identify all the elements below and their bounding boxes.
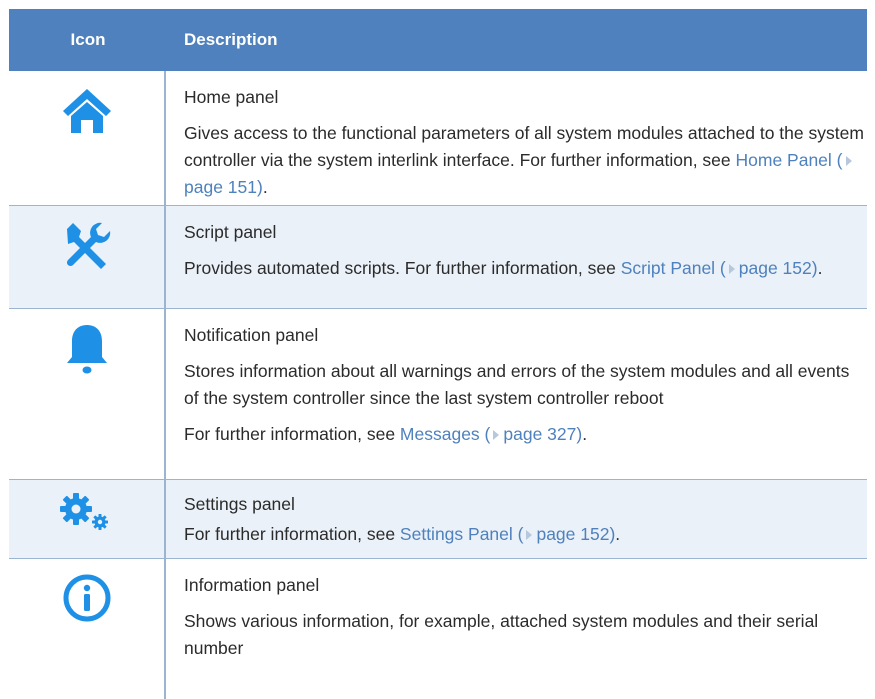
settings-panel-link[interactable]: Settings Panel (page 152) — [400, 524, 615, 544]
row-description: Stores information about all warnings an… — [184, 361, 850, 408]
row-description: Provides automated scripts. For further … — [184, 258, 823, 278]
table-header: Icon Description — [9, 9, 867, 71]
arrow-icon — [728, 264, 735, 275]
script-panel-link[interactable]: Script Panel (page 152) — [621, 258, 818, 278]
arrow-icon — [526, 530, 533, 541]
row-description: Gives access to the functional parameter… — [184, 123, 864, 197]
table-row: Home panel Gives access to the functiona… — [9, 71, 867, 206]
table-row: Information panel Shows various informat… — [9, 559, 867, 699]
gears-icon — [59, 493, 108, 530]
row-title: Home panel — [184, 87, 279, 107]
icon-description-table: Icon Description Home panel Gives access… — [9, 9, 867, 699]
header-description: Description — [184, 30, 278, 49]
row-title: Settings panel — [184, 494, 295, 514]
table-row: Notification panel Stores information ab… — [9, 309, 867, 480]
row-reference: For further information, see Messages (p… — [184, 424, 588, 444]
messages-link[interactable]: Messages (page 327) — [400, 424, 582, 444]
row-title: Information panel — [184, 575, 320, 595]
home-icon — [62, 89, 111, 133]
arrow-icon — [845, 156, 852, 167]
bell-icon — [66, 325, 107, 374]
info-icon — [63, 574, 110, 622]
tools-icon — [66, 222, 110, 269]
header-icon: Icon — [70, 30, 106, 49]
row-description: Shows various information, for example, … — [184, 611, 819, 658]
row-title: Script panel — [184, 222, 277, 242]
row-title: Notification panel — [184, 325, 319, 345]
table-row: Script panel Provides automated scripts.… — [9, 206, 867, 309]
table-row: Settings panel For further information, … — [9, 480, 867, 559]
row-reference: For further information, see Settings Pa… — [184, 524, 621, 544]
arrow-icon — [493, 430, 500, 441]
